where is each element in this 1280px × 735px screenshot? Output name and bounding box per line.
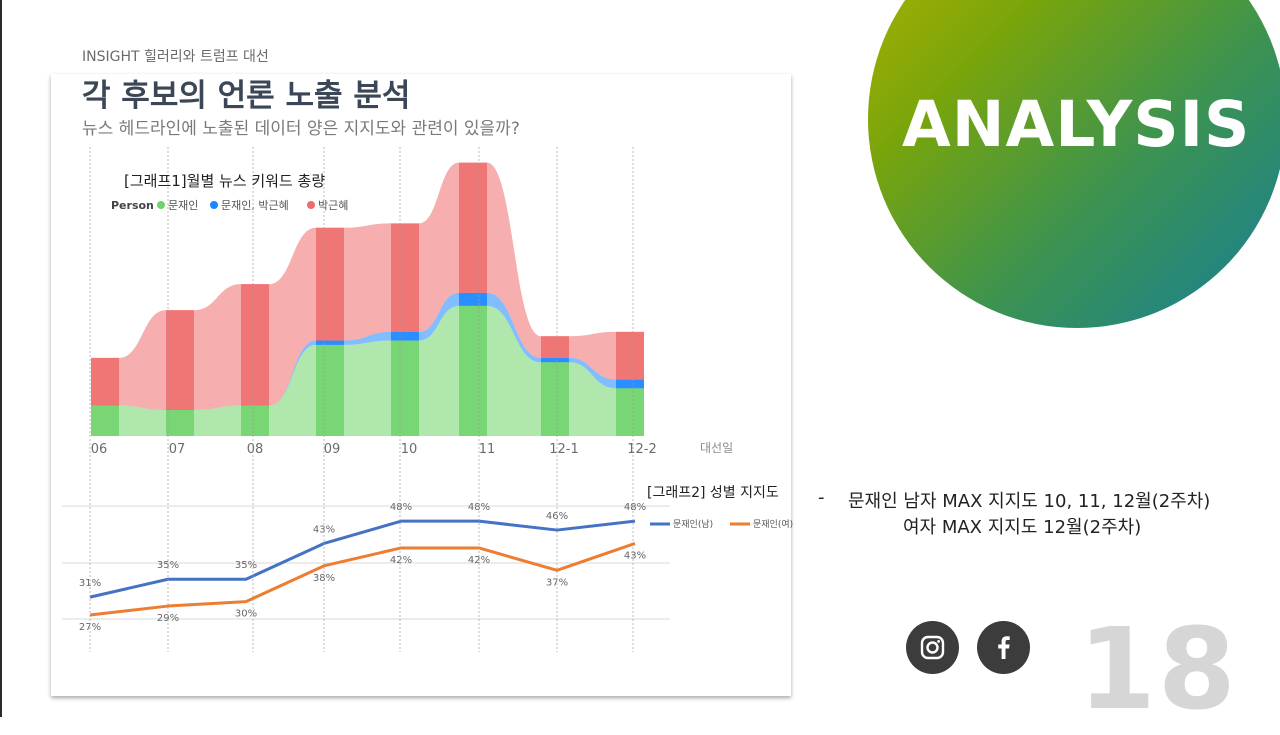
note-line-1: 문재인 남자 MAX 지지도 10, 11, 12월(2주차) (848, 491, 1211, 512)
chart1-xtick-07: 07 (169, 442, 186, 457)
chart2-datalabel-0-4: 48% (390, 502, 412, 513)
area-bar-문재인박근혜-6 (541, 357, 569, 363)
chart2-title: [그래프2] 성별 지지도 (644, 482, 782, 502)
chart1-xtick-11: 11 (479, 442, 496, 457)
chart2-datalabel-1-4: 42% (390, 555, 412, 566)
chart1-xtick-12-2: 12-2 (627, 442, 657, 457)
chart2-datalabel-1-6: 37% (546, 577, 568, 588)
chart2-legend-label-1: 문재인(여) (753, 518, 793, 530)
chart1-xtick-09: 09 (324, 442, 341, 457)
chart1-legend-swatch-1 (210, 201, 218, 209)
area-bar-문재인-4 (391, 340, 419, 436)
chart1-xtick-06: 06 (91, 442, 108, 457)
chart1-legend-label-2: 박근혜 (318, 199, 348, 212)
area-bar-문재인-1 (166, 409, 194, 436)
facebook-button[interactable] (977, 621, 1030, 674)
area-bar-문재인-7 (616, 388, 644, 436)
chart2-datalabel-0-3: 43% (313, 524, 335, 535)
instagram-button[interactable] (906, 621, 959, 674)
page-number: 18 (1078, 605, 1238, 735)
chart2-datalabel-0-1: 35% (157, 560, 179, 571)
area-bar-박근혜-7 (616, 331, 644, 380)
chart1-legend-label-0: 문재인 (168, 199, 198, 212)
area-bar-박근혜-6 (541, 336, 569, 358)
area-bar-문재인-2 (241, 405, 269, 436)
area-bar-문재인박근혜-7 (616, 379, 644, 389)
area-bar-박근혜-2 (241, 284, 269, 406)
chart2-datalabel-1-1: 29% (157, 613, 179, 624)
area-bar-박근혜-5 (459, 162, 487, 293)
chart1-xtick-08: 08 (247, 442, 264, 457)
chart1-xlabel: 대선일 (700, 441, 733, 455)
chart1-legend-title: Person (111, 199, 154, 212)
area-bar-박근혜-4 (391, 223, 419, 332)
chart2-datalabel-1-3: 38% (313, 573, 335, 584)
note-line-2: 여자 MAX 지지도 12월(2주차) (903, 517, 1142, 538)
area-bar-문재인-0 (91, 405, 119, 436)
chart1-xtick-10: 10 (401, 442, 418, 457)
chart2-datalabel-0-2: 35% (235, 560, 257, 571)
area-bar-문재인-3 (316, 344, 344, 436)
chart1-xtick-12-1: 12-1 (549, 442, 579, 457)
area-bar-문재인-6 (541, 362, 569, 436)
area-bar-문재인박근혜-4 (391, 331, 419, 341)
chart1-legend-swatch-2 (307, 201, 315, 209)
area-bar-박근혜-3 (316, 227, 344, 341)
chart1-title: [그래프1]월별 뉴스 키워드 총량 (124, 172, 326, 190)
area-bar-박근혜-0 (91, 357, 119, 406)
chart2-datalabel-0-7: 48% (624, 502, 646, 513)
chart1-legend-label-1: 문재인, 박근혜 (221, 199, 289, 212)
chart1-legend-swatch-0 (157, 201, 165, 209)
chart2-datalabel-1-7: 43% (624, 550, 646, 561)
area-bar-문재인-5 (459, 305, 487, 436)
chart2-legend-label-0: 문재인(남) (673, 519, 713, 530)
area-bar-박근혜-1 (166, 310, 194, 410)
instagram-icon (920, 635, 945, 660)
analysis-label: ANALYSIS (902, 88, 1251, 161)
chart2-datalabel-1-2: 30% (235, 609, 257, 620)
area-bar-문재인박근혜-3 (316, 340, 344, 345)
area-bar-문재인박근혜-5 (459, 292, 487, 306)
note-dash: - (818, 487, 825, 508)
facebook-icon (998, 636, 1010, 659)
